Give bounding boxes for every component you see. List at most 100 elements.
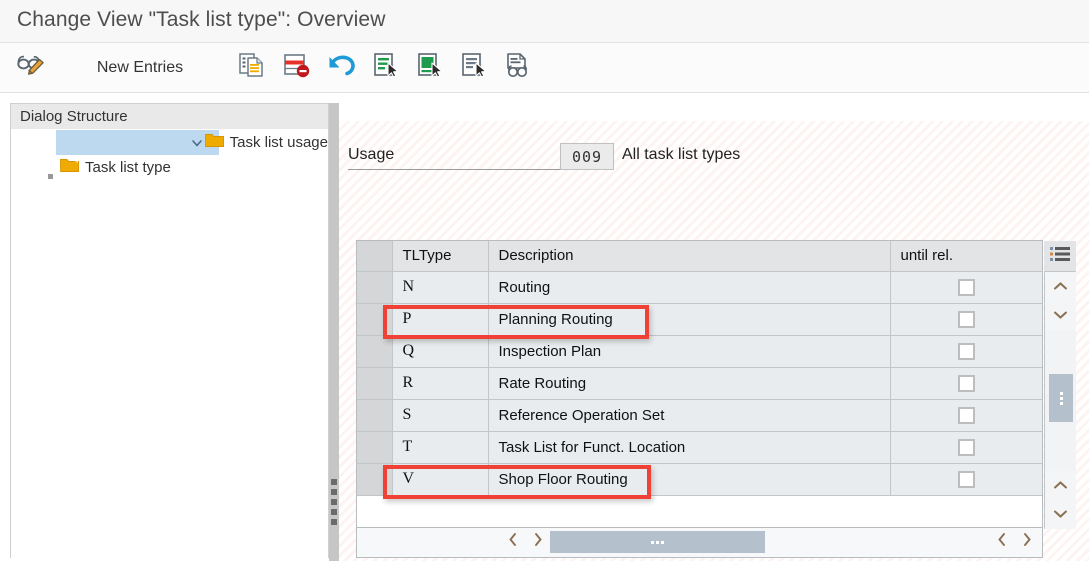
- row-selector[interactable]: [357, 303, 393, 336]
- until-rel-checkbox[interactable]: [957, 278, 975, 296]
- document-select-green-block-icon: [415, 51, 445, 84]
- usage-field-row: Usage 009 All task list types: [348, 143, 1078, 173]
- chevron-down-icon: [1053, 506, 1068, 524]
- table-row[interactable]: Q Inspection Plan: [357, 335, 1042, 368]
- scroll-right-button-left[interactable]: [525, 528, 550, 556]
- until-rel-checkbox[interactable]: [957, 374, 975, 392]
- chevron-right-icon: [533, 532, 543, 552]
- cell-until-rel[interactable]: [890, 303, 1042, 336]
- content-top-spacer: [339, 93, 1089, 121]
- cell-until-rel[interactable]: [890, 271, 1042, 304]
- scroll-right-button-right[interactable]: [1014, 528, 1039, 556]
- column-header-description[interactable]: Description: [488, 241, 891, 272]
- display-change-toggle-button[interactable]: [8, 43, 52, 92]
- row-selector[interactable]: [357, 335, 393, 368]
- page-title: Change View "Task list type": Overview: [17, 8, 386, 31]
- cell-tltype[interactable]: R: [392, 367, 489, 400]
- cell-tltype[interactable]: Q: [392, 335, 489, 368]
- table-row[interactable]: S Reference Operation Set: [357, 399, 1042, 432]
- scroll-down-button-bottom[interactable]: [1045, 500, 1076, 529]
- chevron-up-icon: [1053, 278, 1068, 296]
- row-selector[interactable]: [357, 431, 393, 464]
- scroll-up-button-bottom[interactable]: [1045, 471, 1076, 500]
- deselect-all-button[interactable]: [454, 43, 494, 92]
- new-entries-label: New Entries: [96, 58, 184, 76]
- table-row[interactable]: N Routing: [357, 271, 1042, 304]
- chevron-left-icon: [508, 532, 518, 552]
- delete-row-icon: [281, 51, 311, 84]
- until-rel-checkbox[interactable]: [957, 406, 975, 424]
- cell-description[interactable]: Planning Routing: [488, 303, 891, 336]
- horizontal-scroll-thumb[interactable]: [550, 531, 765, 553]
- copy-document-icon: [237, 51, 267, 84]
- cell-description[interactable]: Routing: [488, 271, 891, 304]
- tree-item-label: Task list type: [85, 159, 171, 176]
- vertical-scroll-thumb[interactable]: [1049, 374, 1073, 422]
- cell-tltype[interactable]: N: [392, 271, 489, 304]
- document-glasses-icon: [503, 51, 533, 84]
- cell-until-rel[interactable]: [890, 399, 1042, 432]
- chevron-down-icon[interactable]: [190, 135, 205, 150]
- until-rel-checkbox[interactable]: [957, 470, 975, 488]
- until-rel-checkbox[interactable]: [957, 310, 975, 328]
- chevron-up-icon: [1053, 477, 1068, 495]
- glasses-pencil-icon: [15, 52, 45, 83]
- panel-splitter[interactable]: [329, 103, 339, 561]
- search-button[interactable]: [498, 43, 538, 92]
- scroll-up-button-top[interactable]: [1045, 272, 1076, 301]
- table-row[interactable]: V Shop Floor Routing: [357, 463, 1042, 496]
- tree-item-task-list-usage[interactable]: Task list usage: [11, 130, 328, 155]
- cell-tltype[interactable]: T: [392, 431, 489, 464]
- cell-description[interactable]: Task List for Funct. Location: [488, 431, 891, 464]
- copy-as-button[interactable]: [232, 43, 272, 92]
- column-header-until-rel[interactable]: until rel.: [890, 241, 1042, 272]
- cell-tltype[interactable]: S: [392, 399, 489, 432]
- usage-label: Usage: [348, 146, 395, 163]
- column-header-tltype[interactable]: TLType: [392, 241, 489, 272]
- cell-description[interactable]: Shop Floor Routing: [488, 463, 891, 496]
- row-selector[interactable]: [357, 367, 393, 400]
- cell-until-rel[interactable]: [890, 335, 1042, 368]
- delete-button[interactable]: [276, 43, 316, 92]
- cell-until-rel[interactable]: [890, 367, 1042, 400]
- scroll-left-button-left[interactable]: [500, 528, 525, 556]
- select-block-button[interactable]: [410, 43, 450, 92]
- table-row[interactable]: P Planning Routing: [357, 303, 1042, 336]
- table-settings-button[interactable]: [1044, 241, 1076, 272]
- table-row[interactable]: T Task List for Funct. Location: [357, 431, 1042, 464]
- table-row[interactable]: R Rate Routing: [357, 367, 1042, 400]
- task-list-type-table: TLType Description until rel. N Routing: [356, 240, 1076, 529]
- scroll-down-button-top[interactable]: [1045, 301, 1076, 330]
- table-settings-icon: [1050, 246, 1070, 267]
- toolbar: New Entries: [0, 43, 1089, 93]
- folder-closed-icon: [60, 157, 80, 178]
- until-rel-checkbox[interactable]: [957, 342, 975, 360]
- undo-button[interactable]: [322, 43, 362, 92]
- cell-until-rel[interactable]: [890, 463, 1042, 496]
- new-entries-button[interactable]: New Entries: [76, 43, 204, 92]
- row-selector[interactable]: [357, 271, 393, 304]
- document-select-green-lines-icon: [371, 51, 401, 84]
- until-rel-checkbox[interactable]: [957, 438, 975, 456]
- horizontal-scroll-track[interactable]: [550, 530, 985, 554]
- cell-description[interactable]: Inspection Plan: [488, 335, 891, 368]
- table-header-row: TLType Description until rel.: [357, 241, 1042, 272]
- vertical-scroll-track[interactable]: [1044, 272, 1076, 529]
- cell-description[interactable]: Rate Routing: [488, 367, 891, 400]
- cell-tltype[interactable]: V: [392, 463, 489, 496]
- dialog-structure-panel: Dialog Structure Task list usage Task li…: [10, 103, 329, 558]
- cell-tltype[interactable]: P: [392, 303, 489, 336]
- select-all-button[interactable]: [366, 43, 406, 92]
- scroll-left-button-right[interactable]: [989, 528, 1014, 556]
- row-selector[interactable]: [357, 463, 393, 496]
- scroll-thumb-grip: [1059, 390, 1063, 407]
- cell-description[interactable]: Reference Operation Set: [488, 399, 891, 432]
- usage-input[interactable]: 009: [560, 143, 614, 170]
- cell-until-rel[interactable]: [890, 431, 1042, 464]
- tree-item-label: Task list usage: [229, 134, 328, 151]
- document-select-gray-icon: [459, 51, 489, 84]
- tree-item-task-list-type[interactable]: Task list type: [11, 155, 328, 180]
- splitter-grip[interactable]: [331, 479, 337, 529]
- row-selector[interactable]: [357, 399, 393, 432]
- column-header-select[interactable]: [357, 241, 393, 272]
